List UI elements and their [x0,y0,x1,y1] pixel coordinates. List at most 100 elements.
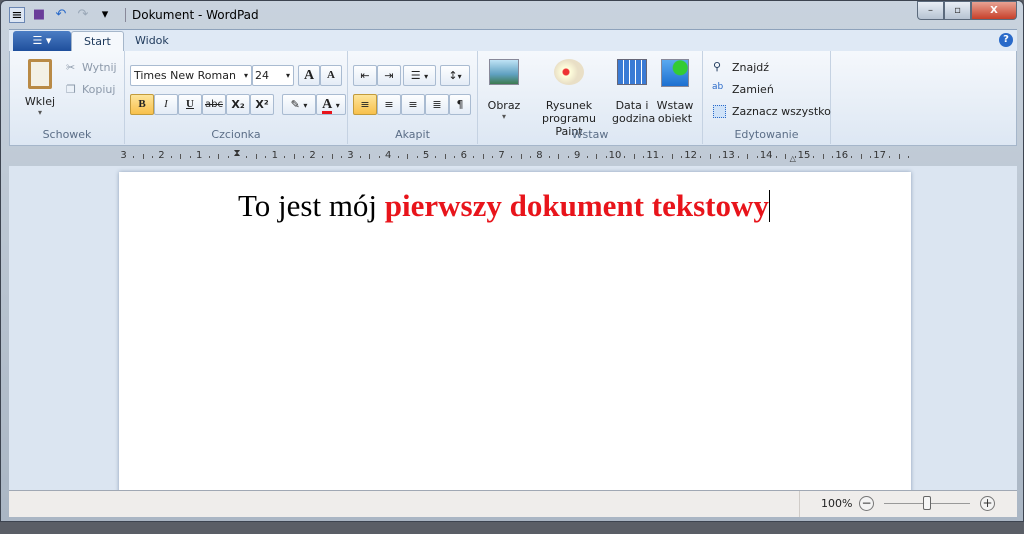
ruler-tick [435,156,437,158]
replace-icon: ab [712,82,724,92]
text-plain: To jest mój [238,188,385,223]
document-page[interactable]: To jest mój pierwszy dokument tekstowy [119,172,911,502]
shrink-font-button[interactable]: A [320,65,342,86]
document-text[interactable]: To jest mój pierwszy dokument tekstowy [238,188,770,224]
insert-paint-drawing-button[interactable]: Rysunek programu Paint [528,59,610,138]
underline-button[interactable]: U [178,94,202,115]
ruler-tick [227,156,229,158]
font-color-button[interactable]: A ▾ [316,94,346,115]
zoom-in-button[interactable]: + [980,496,995,511]
tab-widok[interactable]: Widok [123,31,181,52]
ruler[interactable]: 3 2 1 1 2 3 4 5 6 7 8 9 10 11 12 13 14 15 16 17 ⧗ △ [119,148,911,165]
group-insert: Obraz ▾ Rysunek programu Paint Data i go… [478,51,703,144]
calendar-clock-icon [617,59,647,85]
font-size-select[interactable]: 24 ▾ [252,65,294,86]
maximize-button[interactable]: ▫ [944,1,971,20]
close-button[interactable]: X [971,1,1017,20]
scissors-icon: ✂ [66,61,76,74]
font-family-select[interactable]: Times New Roman ▾ [130,65,252,86]
right-indent-marker[interactable]: △ [790,154,796,163]
ruler-tick [303,156,305,158]
ruler-tick [416,156,418,158]
ruler-tick [596,154,598,159]
ruler-tick [605,156,607,158]
bullet-list-button[interactable]: ☰ ▾ [403,65,436,86]
align-left-button[interactable]: ≡ [353,94,377,115]
copy-icon: ❐ [66,83,76,96]
ruler-number: 5 [422,150,430,161]
line-spacing-button[interactable]: ↕▾ [440,65,470,86]
ruler-number: 4 [385,150,392,161]
ruler-tick [151,156,153,158]
ruler-number: 7 [498,150,505,161]
align-center-button[interactable]: ≡ [377,94,401,115]
ruler-tick [322,156,324,158]
italic-button[interactable]: I [154,94,178,115]
ruler-tick [785,154,787,159]
customize-quick-access-button[interactable]: ▾ [97,7,113,23]
datetime-label-2: godzina [612,112,656,125]
ruler-tick [633,154,635,159]
zoom-slider-thumb[interactable] [923,496,931,510]
redo-icon[interactable]: ↷ [75,7,91,23]
bold-button[interactable]: B [130,94,154,115]
justify-button[interactable]: ≣ [425,94,449,115]
subscript-button[interactable]: X₂ [226,94,250,115]
indent-marker[interactable]: ⧗ [233,148,240,159]
ruler-tick [180,154,182,159]
ruler-tick [624,156,626,158]
highlight-button[interactable]: ✎ ▾ [282,94,316,115]
picture-label: Obraz [487,99,521,112]
help-icon[interactable]: ? [999,33,1013,47]
save-icon[interactable]: ■ [31,7,47,23]
ruler-tick [662,156,664,158]
copy-button[interactable]: Kopiuj [82,83,115,96]
group-label: Akapit [395,128,430,141]
group-label: Schowek [42,128,92,141]
ruler-tick [898,154,900,159]
grow-font-button[interactable]: A [298,65,320,86]
ruler-number: 6 [460,150,467,161]
undo-icon[interactable]: ↶ [53,7,69,23]
superscript-button[interactable]: X² [250,94,274,115]
ruler-tick [775,156,777,158]
picture-icon [489,59,519,85]
insert-datetime-button[interactable]: Data i godzina [612,59,656,125]
object-icon [661,59,689,87]
ruler-tick [520,154,522,159]
ruler-tick [548,156,550,158]
zoom-out-button[interactable]: − [859,496,874,511]
align-left-icon: ≡ [360,98,370,111]
ruler-number: 12 [684,150,697,161]
insert-object-button[interactable]: Wstaw obiekt [655,59,695,125]
ruler-tick [511,156,513,158]
align-right-button[interactable]: ≡ [401,94,425,115]
group-label: Edytowanie [734,128,799,141]
ruler-tick [822,154,824,159]
group-paragraph: ⇤ ⇥ ☰ ▾ ↕▾ ≡ ≡ ≡ ≣ ¶ Akapit [348,51,478,144]
paste-label: Wklej [24,95,56,108]
wordpad-window: ≡ ■ ↶ ↷ ▾ Dokument - WordPad – ▫ X ☰ ▾ S… [0,0,1024,522]
ruler-tick [331,154,333,159]
app-menu-button[interactable]: ☰ ▾ [13,31,71,51]
ruler-tick [246,156,248,158]
paragraph-settings-button[interactable]: ¶ [449,94,471,115]
ruler-tick [747,154,749,159]
paste-button[interactable]: Wklej ▾ [18,55,62,121]
replace-button[interactable]: Zamień [732,83,774,96]
insert-picture-button[interactable]: Obraz ▾ [484,59,524,121]
font-family-value: Times New Roman [134,69,236,82]
wordpad-app-icon[interactable]: ≡ [9,7,25,23]
select-all-button[interactable]: Zaznacz wszystko [732,105,831,118]
increase-indent-button[interactable]: ⇥ [377,65,401,86]
group-label: Czcionka [211,128,261,141]
find-button[interactable]: Znajdź [732,61,769,74]
tab-start[interactable]: Start [71,31,124,52]
paint-label-1: Rysunek [545,99,593,112]
strikethrough-button[interactable]: abc [202,94,226,115]
cut-button[interactable]: Wytnij [82,61,117,74]
decrease-indent-button[interactable]: ⇤ [353,65,377,86]
align-right-icon: ≡ [408,98,418,111]
minimize-button[interactable]: – [917,1,944,20]
font-color-icon: A [322,97,333,114]
